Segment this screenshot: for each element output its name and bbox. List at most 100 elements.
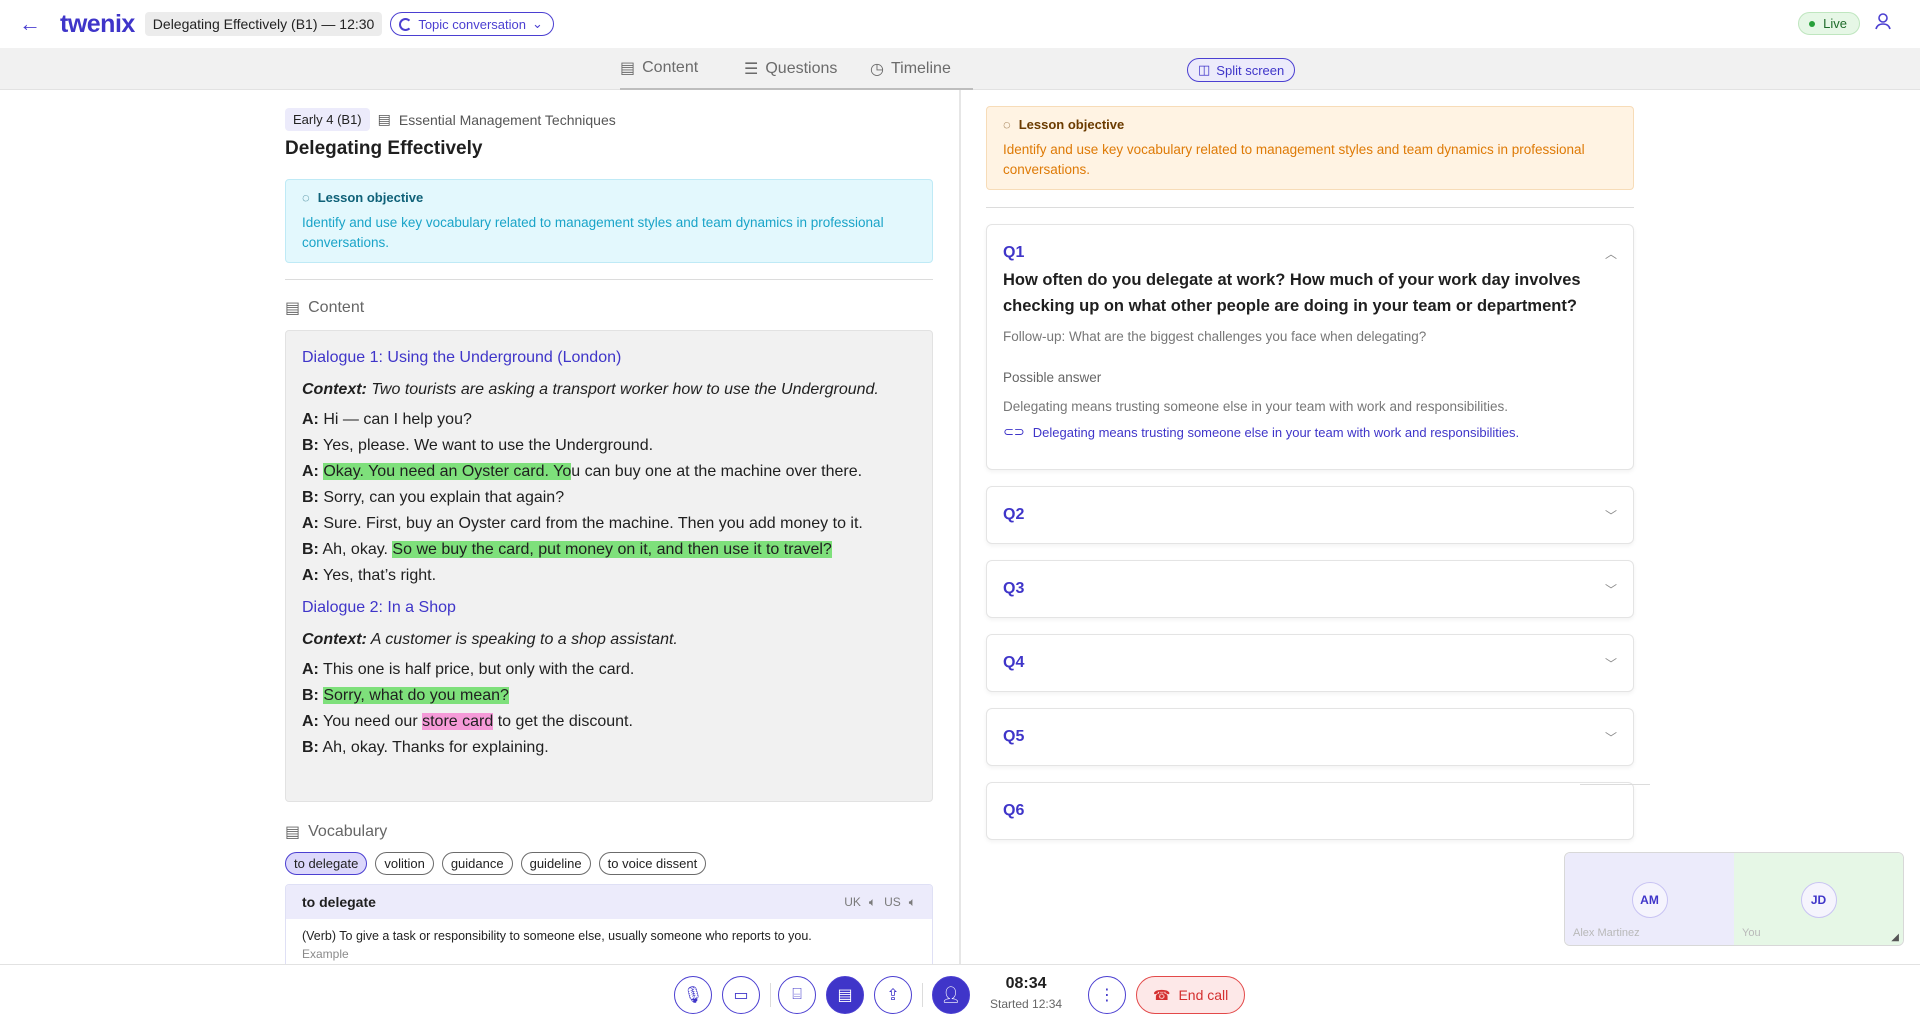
lesson-title-chip: Delegating Effectively (B1) — 12:30: [144, 12, 383, 36]
topic-conversation-label: Topic conversation: [418, 16, 526, 32]
split-screen-button[interactable]: ◫ Split screen: [1187, 58, 1296, 82]
vocabulary-section-label: Vocabulary: [308, 823, 388, 840]
video-tiles[interactable]: AM Alex Martinez JD You ◢: [1564, 852, 1904, 946]
split-screen-label: Split screen: [1216, 62, 1285, 78]
chevron-down-icon[interactable]: ﹀: [1605, 655, 1617, 672]
speaker-label: B:: [302, 687, 319, 704]
question-label: Q1: [1003, 244, 1025, 261]
speaker-label: A:: [302, 411, 319, 428]
content-panel-button[interactable]: ▤: [826, 976, 864, 1014]
logo: twenix: [60, 9, 135, 38]
chevron-down-icon[interactable]: ﹀: [1605, 729, 1617, 746]
more-options-button[interactable]: ⋮: [1088, 976, 1126, 1014]
question-card-q5[interactable]: Q5 ﹀: [986, 708, 1634, 766]
possible-answer-text: Delegating means trusting someone else i…: [1003, 399, 1509, 414]
divider: [1580, 784, 1650, 785]
course-label: Essential Management Techniques: [398, 111, 616, 128]
started-time: Started 12:34: [990, 997, 1063, 1011]
target-icon: ◌: [302, 190, 310, 205]
participant-name: You: [1742, 927, 1761, 939]
topic-conversation-dropdown[interactable]: Topic conversation ⌄: [390, 12, 554, 36]
vocab-chip[interactable]: to voice dissent: [598, 852, 707, 875]
vocab-chip[interactable]: guideline: [520, 852, 591, 875]
line-text: u can buy one at the machine over there.: [571, 463, 863, 480]
split-screen-icon: ◫: [1198, 62, 1211, 77]
vocab-chip[interactable]: to delegate: [285, 852, 368, 875]
vocabulary-chips: to delegate volition guidance guideline …: [285, 852, 707, 875]
followup-text: Follow-up: What are the biggest challeng…: [1003, 329, 1427, 344]
target-icon: ◌: [1003, 117, 1011, 132]
divider: [285, 279, 933, 280]
video-tile-participant: AM Alex Martinez: [1565, 853, 1734, 945]
user-profile-icon[interactable]: [1874, 12, 1892, 35]
dialogue-line: A: Okay. You need an Oyster card. You ca…: [302, 459, 916, 485]
vocab-chip[interactable]: guidance: [441, 852, 513, 875]
loading-ring-icon: [399, 17, 413, 31]
question-text: How often do you delegate at work? How m…: [1003, 271, 1581, 315]
question-card-q2[interactable]: Q2 ﹀: [986, 486, 1634, 544]
dialogue-line: B: Ah, okay. Thanks for explaining.: [302, 735, 916, 761]
speaker-label: B:: [302, 541, 319, 558]
answer-link-text: Delegating means trusting someone else i…: [1032, 424, 1520, 440]
participant-name: Alex Martinez: [1573, 927, 1640, 939]
objective-text: Identify and use key vocabulary related …: [302, 215, 884, 250]
highlighted-text[interactable]: So we buy the card, put money on it, and…: [392, 541, 832, 558]
microphone-button[interactable]: 🎙︎: [674, 976, 712, 1014]
vocab-chip[interactable]: volition: [375, 852, 434, 875]
context-text: A customer is speaking to a shop assista…: [370, 631, 678, 648]
live-badge: Live: [1798, 12, 1860, 35]
back-arrow-icon[interactable]: ←: [16, 10, 44, 38]
dialogue-line: A: Hi — can I help you?: [302, 407, 916, 433]
column-divider[interactable]: [959, 90, 961, 964]
question-card-q1: Q1 ︿ How often do you delegate at work? …: [986, 224, 1634, 470]
whiteboard-button[interactable]: ⌸: [778, 976, 816, 1014]
answer-link[interactable]: ⊂⊃ Delegating means trusting someone els…: [1003, 424, 1617, 440]
link-icon: ⊂⊃: [1003, 424, 1025, 439]
participants-button[interactable]: 👤︎: [932, 976, 970, 1014]
tab-timeline[interactable]: ◷ Timeline: [870, 48, 951, 90]
tab-bar: ▤ Content ☰ Questions ◷ Timeline ◫ Split…: [0, 48, 1920, 90]
speaker-icon[interactable]: 🔈︎: [909, 895, 916, 910]
end-call-button[interactable]: ☎︎ End call: [1136, 976, 1246, 1014]
lesson-objective-card: ◌ Lesson objective Identify and use key v…: [285, 179, 933, 263]
line-text: You need our: [323, 713, 423, 730]
speaker-icon[interactable]: 🔈︎: [869, 895, 876, 910]
us-label: US: [884, 894, 901, 909]
line-text: Ah, okay. Thanks for explaining.: [322, 739, 549, 756]
dialogue-line: A: This one is half price, but only with…: [302, 657, 916, 683]
question-card-q6[interactable]: Q6: [986, 782, 1634, 840]
elapsed-time: 08:34: [1005, 975, 1047, 992]
objective-heading: Lesson objective: [1018, 117, 1125, 132]
presentation-icon: ⌸: [792, 986, 802, 1003]
line-text: Ah, okay.: [322, 541, 393, 558]
highlighted-text[interactable]: store card: [422, 713, 494, 730]
highlighted-text[interactable]: Sorry, what do you mean?: [323, 687, 509, 704]
question-card-q3[interactable]: Q3 ﹀: [986, 560, 1634, 618]
tab-questions[interactable]: ☰ Questions: [744, 48, 837, 90]
uk-label: UK: [844, 894, 861, 909]
question-card-q4[interactable]: Q4 ﹀: [986, 634, 1634, 692]
dialogue-line: A: Yes, that’s right.: [302, 563, 916, 589]
chevron-down-icon[interactable]: ﹀: [1605, 507, 1617, 524]
chevron-down-icon[interactable]: ﹀: [1605, 581, 1617, 598]
line-text: Sure. First, buy an Oyster card from the…: [323, 515, 863, 532]
context-text: Two tourists are asking a transport work…: [371, 381, 879, 398]
dialogue-content: Dialogue 1: Using the Underground (Londo…: [285, 330, 933, 802]
chevron-up-icon[interactable]: ︿: [1605, 245, 1617, 262]
document-icon: ▤: [285, 300, 301, 317]
dialogue-line: B: Yes, please. We want to use the Under…: [302, 433, 916, 459]
video-tile-self: JD You: [1734, 853, 1903, 945]
question-label: Q4: [1003, 654, 1025, 671]
highlighted-text[interactable]: Okay. You need an Oyster card. Yo: [323, 463, 572, 480]
dialogue-title: Dialogue 1: Using the Underground (Londo…: [302, 349, 622, 366]
line-text: Yes, that’s right.: [323, 567, 437, 584]
resize-handle-icon[interactable]: ◢: [1891, 932, 1899, 943]
dialogue-line: A: You need our store card to get the di…: [302, 709, 916, 735]
content-section-label: Content: [308, 299, 365, 316]
dialogue-context: Context: Two tourists are asking a trans…: [302, 377, 916, 403]
tab-timeline-label: Timeline: [890, 60, 951, 77]
camera-button[interactable]: ▭: [722, 976, 760, 1014]
microphone-icon: 🎙︎: [682, 987, 704, 1004]
line-text: Sorry, can you explain that again?: [323, 489, 565, 506]
share-screen-button[interactable]: ⇪: [874, 976, 912, 1014]
